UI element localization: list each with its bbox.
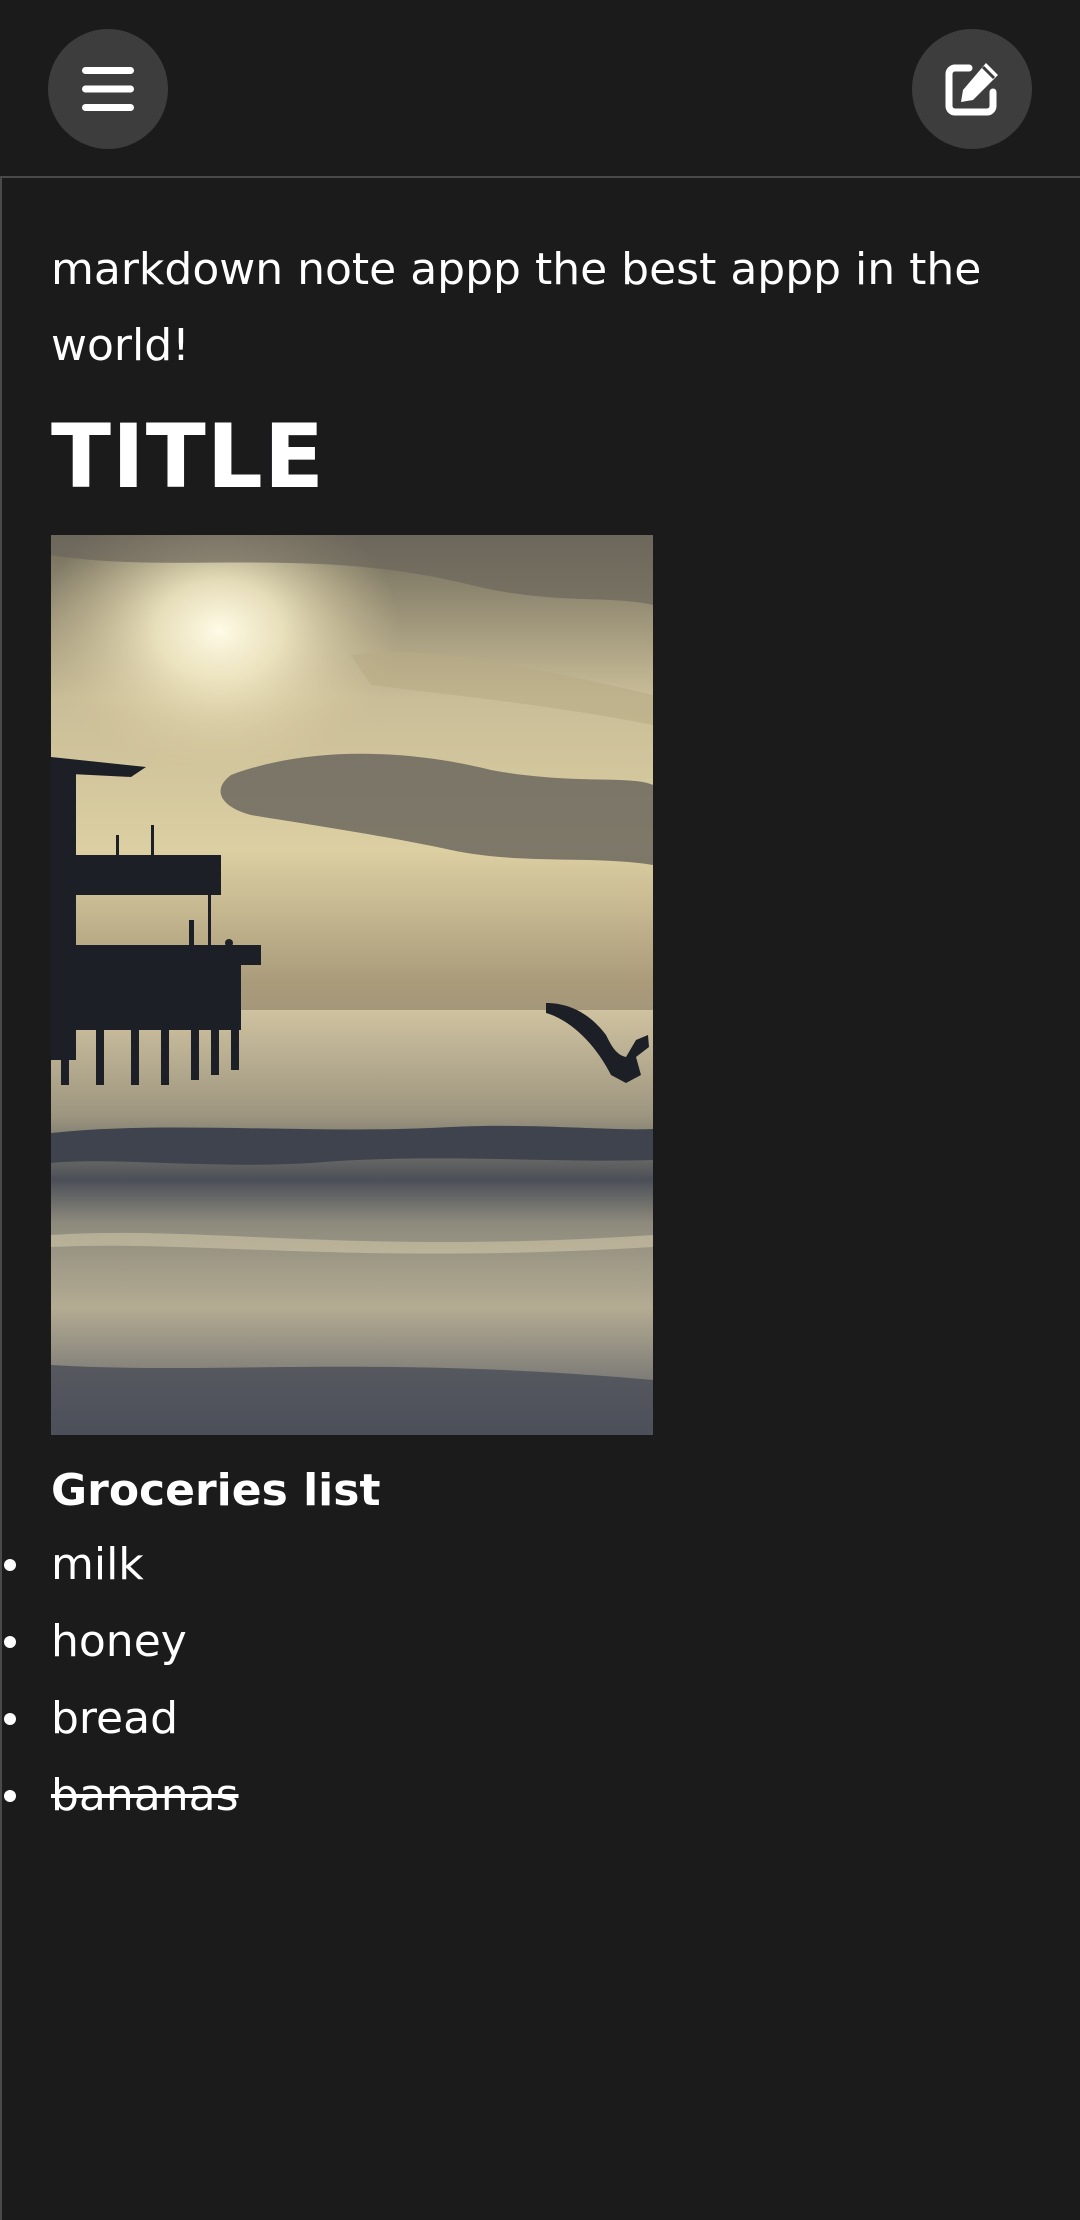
top-toolbar xyxy=(0,0,1080,178)
list-item: honey xyxy=(2,1610,239,1687)
note-intro-text: markdown note appp the best appp in the … xyxy=(51,244,982,371)
edit-note-icon xyxy=(942,59,1002,119)
hamburger-menu-icon xyxy=(80,64,136,114)
list-item-completed: bananas xyxy=(2,1764,239,1841)
list-item: milk xyxy=(2,1533,239,1610)
list-item-text: honey xyxy=(51,1616,187,1667)
groceries-list: milk honey bread bananas xyxy=(2,1533,239,1841)
note-title-heading: TITLE xyxy=(51,405,325,508)
list-item-text: milk xyxy=(51,1539,144,1590)
edit-button[interactable] xyxy=(912,29,1032,149)
list-item-text: bread xyxy=(51,1693,179,1744)
note-content[interactable]: markdown note appp the best appp in the … xyxy=(0,178,1080,2220)
list-item: bread xyxy=(2,1687,239,1764)
note-viewer-screen: markdown note appp the best appp in the … xyxy=(0,0,1080,2220)
groceries-list-heading: Groceries list xyxy=(51,1465,381,1516)
menu-button[interactable] xyxy=(48,29,168,149)
sunset-pier-image xyxy=(51,535,653,1435)
list-item-text: bananas xyxy=(51,1770,239,1821)
